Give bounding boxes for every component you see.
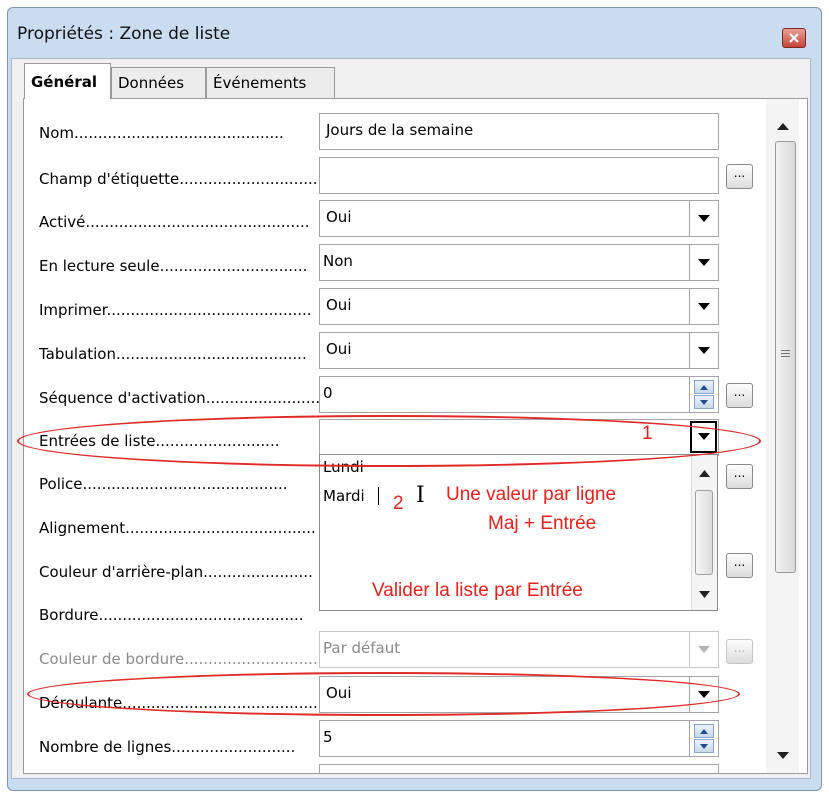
popup-scroll-thumb[interactable] — [695, 490, 713, 575]
chevron-down-icon[interactable] — [689, 289, 718, 324]
annotation-marker-2: 2 — [393, 493, 404, 514]
label-deroulante: Déroulante..............................… — [39, 694, 328, 712]
next-property-field[interactable] — [319, 764, 719, 773]
scroll-down-icon[interactable] — [699, 591, 710, 598]
label-nb-lignes: Nombre de lignes........................… — [39, 738, 296, 756]
chevron-down-icon[interactable] — [689, 245, 718, 280]
chevron-down-icon[interactable] — [690, 421, 717, 453]
active-value: Oui — [326, 208, 352, 226]
imprimer-select[interactable]: Oui — [319, 288, 719, 325]
label-sequence: Séquence d'activation...................… — [39, 389, 334, 407]
grip-icon — [781, 350, 790, 359]
scroll-up-icon[interactable] — [699, 470, 710, 477]
sequence-browse-button[interactable]: ... — [726, 383, 753, 408]
deroulante-select[interactable]: Oui — [319, 676, 719, 713]
spin-down-icon[interactable] — [694, 739, 714, 753]
list-entry: Mardi — [323, 487, 365, 505]
sequence-spinbox[interactable]: 0 — [319, 376, 719, 413]
spin-up-icon[interactable] — [694, 380, 714, 394]
annotation-marker-1: 1 — [642, 423, 653, 444]
nb-lignes-spinbox[interactable]: 5 — [319, 720, 719, 757]
champ-etiquette-input[interactable] — [319, 157, 719, 194]
spin-up-icon[interactable] — [694, 724, 714, 738]
label-active: Activé..................................… — [39, 213, 310, 231]
close-icon — [789, 33, 799, 43]
annotation-note-line-2: Maj + Entrée — [488, 513, 597, 534]
scroll-up-icon[interactable] — [777, 123, 789, 130]
label-couleur-fond: Couleur d'arrière-plan..................… — [39, 563, 313, 581]
nb-lignes-value: 5 — [323, 728, 333, 746]
label-entrees: Entrées de liste........................… — [39, 432, 280, 450]
chevron-down-icon[interactable] — [689, 201, 718, 236]
label-champ-etiquette: Champ d'étiquette.......................… — [39, 170, 328, 188]
nb-lignes-spin-buttons[interactable] — [689, 721, 718, 756]
panel-scroll-thumb[interactable] — [775, 141, 796, 573]
properties-panel: Nom.....................................… — [23, 98, 808, 774]
chevron-down-icon[interactable] — [689, 677, 718, 712]
annotation-note-validate: Valider la liste par Entrée — [372, 580, 583, 601]
sequence-value: 0 — [323, 384, 333, 402]
couleur-bordure-browse-button: ... — [726, 639, 753, 664]
tabulation-value: Oui — [326, 340, 352, 358]
nom-input[interactable]: Jours de la semaine — [319, 113, 719, 150]
popup-scrollbar[interactable] — [691, 455, 717, 610]
tab-general[interactable]: Général — [24, 63, 111, 99]
couleur-bordure-value: Par défaut — [323, 639, 401, 657]
tabulation-select[interactable]: Oui — [319, 332, 719, 369]
close-button[interactable] — [782, 28, 806, 48]
label-police: Police..................................… — [39, 475, 288, 493]
label-nom: Nom.....................................… — [39, 124, 284, 142]
tab-donnees[interactable]: Données — [111, 67, 206, 98]
deroulante-value: Oui — [326, 684, 352, 702]
chevron-down-icon — [689, 632, 718, 667]
lecture-seule-value: Non — [323, 252, 353, 270]
label-tabulation: Tabulation..............................… — [39, 345, 307, 363]
label-imprimer: Imprimer................................… — [39, 301, 312, 319]
scroll-down-icon[interactable] — [777, 752, 789, 759]
label-lecture-seule: En lecture seule........................… — [39, 257, 308, 275]
list-entry: Lundi — [323, 458, 364, 476]
spin-down-icon[interactable] — [694, 395, 714, 409]
label-alignement: Alignement..............................… — [39, 519, 316, 537]
active-select[interactable]: Oui — [319, 200, 719, 237]
champ-etiquette-browse-button[interactable]: ... — [726, 164, 753, 189]
chevron-down-icon[interactable] — [689, 333, 718, 368]
couleur-bordure-select: Par défaut — [319, 631, 719, 668]
entrees-dropdown[interactable] — [319, 419, 719, 456]
label-couleur-bordure: Couleur de bordure......................… — [39, 650, 318, 668]
tab-evenements[interactable]: Événements — [206, 67, 335, 98]
dialog-title: Propriétés : Zone de liste — [17, 24, 231, 44]
police-browse-button[interactable]: ... — [726, 464, 753, 489]
imprimer-value: Oui — [326, 296, 352, 314]
annotation-note-line-1: Une valeur par ligne — [446, 484, 617, 505]
label-bordure: Bordure.................................… — [39, 606, 304, 624]
text-caret — [378, 487, 379, 505]
sequence-spin-buttons[interactable] — [689, 377, 718, 412]
lecture-seule-select[interactable]: Non — [319, 244, 719, 281]
couleur-fond-browse-button[interactable]: ... — [726, 553, 753, 578]
ibeam-cursor-icon: I — [416, 483, 425, 508]
